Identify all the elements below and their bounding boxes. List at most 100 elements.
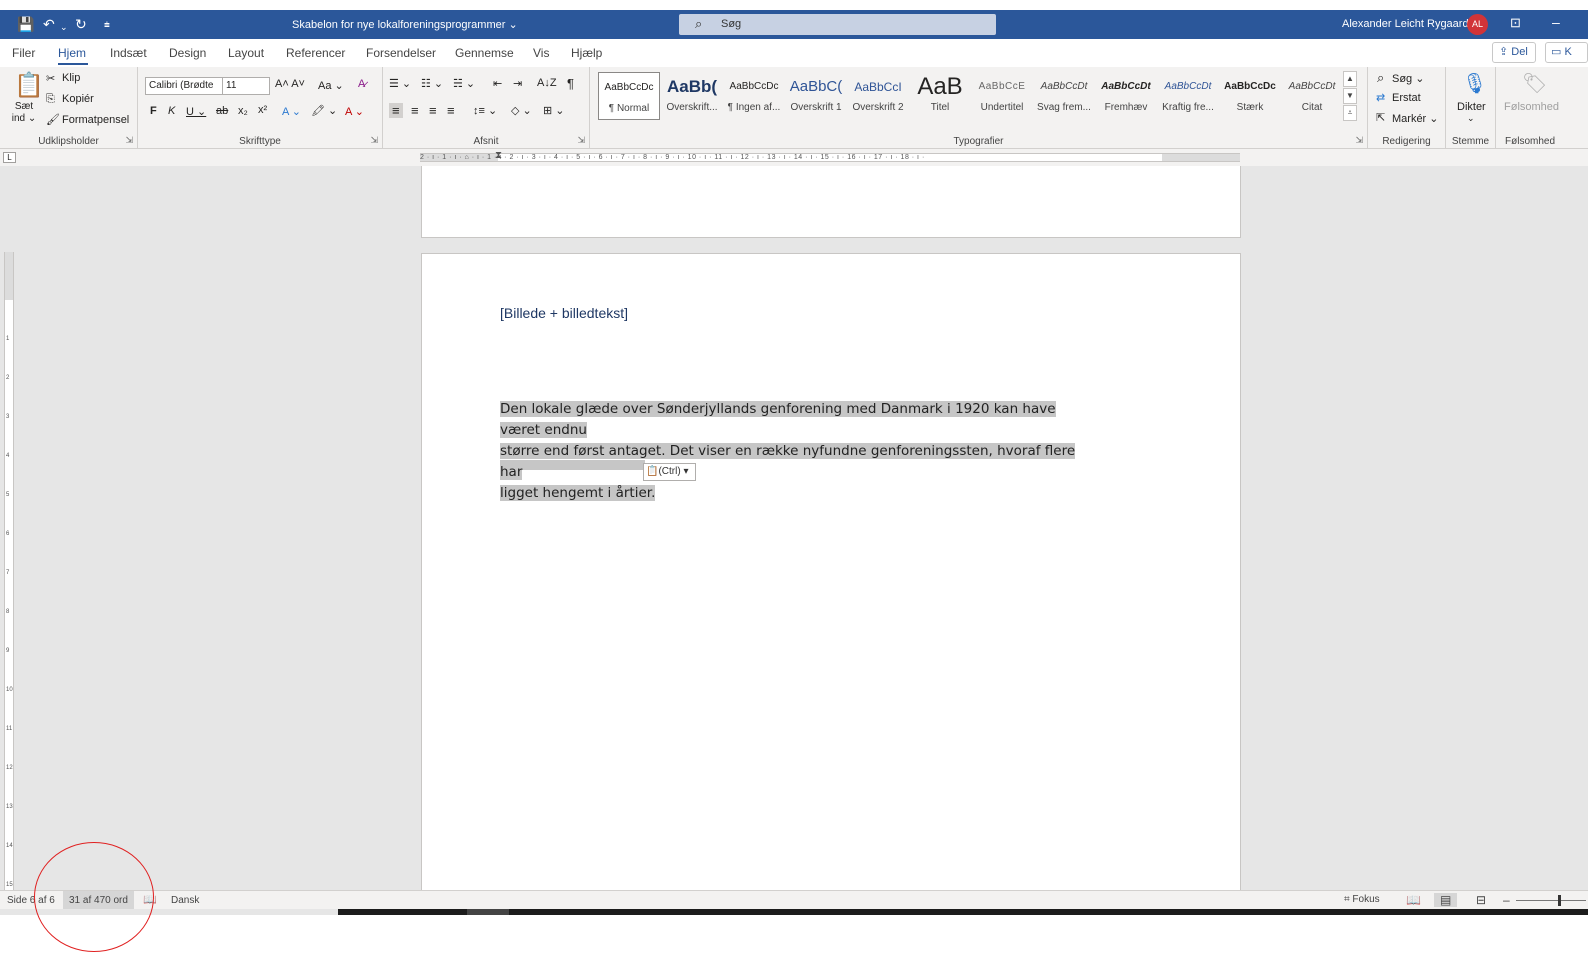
style-svag-fremhaevning[interactable]: AaBbCcDt Svag frem... [1033,72,1095,120]
current-page[interactable]: [Billede + billedtekst] Den lokale glæde… [421,253,1241,893]
undo-icon[interactable]: ↶ [43,16,55,32]
highlight-button[interactable]: 🖍 ⌄ [311,104,337,117]
zoom-slider-thumb[interactable] [1558,895,1561,906]
bullets-button[interactable]: ☰ ⌄ [389,77,411,90]
copy-button[interactable]: Kopiér [62,93,94,105]
paste-button[interactable]: Sæt ind ⌄ [11,101,37,125]
horizontal-ruler[interactable]: 2 · ı · 1 · ı · ⌂ · ı · 1 · ı · 2 · ı · … [420,153,1240,162]
numbering-button[interactable]: ☷ ⌄ [421,77,443,90]
gallery-scroll-up-icon[interactable]: ▲ [1343,71,1357,87]
zoom-slider[interactable] [1516,900,1586,901]
align-right-button[interactable]: ≡ [429,103,437,118]
change-case-button[interactable]: Aa ⌄ [318,79,344,92]
format-painter-icon[interactable]: 🖌 [46,113,60,126]
paragraph-launcher-icon[interactable]: ⇲ [577,135,585,146]
gallery-more-icon[interactable]: ⩡ [1343,105,1357,121]
replace-button[interactable]: Erstat [1392,92,1421,104]
font-launcher-icon[interactable]: ⇲ [370,135,378,146]
style-overskrift-2[interactable]: AaBbCcI Overskrift 2 [847,72,909,120]
previous-page[interactable] [421,166,1241,238]
tab-filer[interactable]: Filer [12,46,35,60]
style-titel[interactable]: AaB Titel [909,72,971,120]
italic-button[interactable]: K [168,105,175,117]
save-icon[interactable]: 💾 [17,16,34,32]
borders-button[interactable]: ⊞ ⌄ [543,104,565,117]
shading-button[interactable]: ◇ ⌄ [511,104,532,117]
tab-hjaelp[interactable]: Hjælp [571,46,602,60]
dictate-dropdown-icon[interactable]: ⌄ [1467,113,1475,124]
web-layout-icon[interactable]: ⊟ [1476,893,1486,907]
justify-button[interactable]: ≡ [447,103,455,118]
tab-referencer[interactable]: Referencer [286,46,345,60]
font-name-select[interactable]: Calibri (Brødte [145,77,223,95]
dictate-button[interactable]: Dikter [1457,101,1486,113]
redo-icon[interactable]: ↻ [75,16,87,32]
tab-selector[interactable]: L [3,152,16,163]
find-icon[interactable]: ⌕ [1377,70,1384,86]
ribbon-display-options-icon[interactable]: ⊡ [1510,15,1521,31]
font-size-select[interactable]: 11 [222,77,270,95]
styles-launcher-icon[interactable]: ⇲ [1355,135,1363,146]
read-mode-icon[interactable]: 📖 [1406,893,1421,907]
superscript-button[interactable]: x² [258,104,267,116]
cut-icon[interactable]: ✂ [46,72,55,85]
grow-shrink-font-buttons[interactable]: A˄ A˅ [275,78,305,90]
comments-button[interactable]: ▭ K [1545,42,1588,63]
indent-marker-icon[interactable]: ⧗ [495,150,502,161]
underline-button[interactable]: U ⌄ [186,105,206,118]
tab-layout[interactable]: Layout [228,46,264,60]
select-button[interactable]: Markér ⌄ [1392,112,1439,125]
vertical-ruler[interactable]: 1 2 3 4 5 6 7 8 9 10 11 12 13 14 15 [4,252,14,890]
avatar[interactable]: AL [1467,14,1488,35]
clipboard-launcher-icon[interactable]: ⇲ [125,135,133,146]
undo-dropdown-icon[interactable]: ⌄ [60,19,68,35]
style-normal[interactable]: AaBbCcDc ¶ Normal [598,72,660,120]
style-overskrift[interactable]: AaBb( Overskrift... [661,72,723,120]
style-overskrift-1[interactable]: AaBbC( Overskrift 1 [785,72,847,120]
sort-button[interactable]: A↓Z [537,77,557,89]
focus-button[interactable]: ⌗ Fokus [1344,894,1380,905]
minimize-button[interactable]: – [1552,14,1560,30]
decrease-indent-button[interactable]: ⇤ [493,77,502,90]
paste-options-button[interactable]: 📋(Ctrl) ▾ [643,463,696,481]
multilevel-list-button[interactable]: ☵ ⌄ [453,77,475,90]
taskbar-app[interactable] [467,909,509,915]
style-fremhaev[interactable]: AaBbCcDt Fremhæv [1095,72,1157,120]
document-title[interactable]: Skabelon for nye lokalforeningsprogramme… [292,18,518,31]
image-caption-placeholder[interactable]: [Billede + billedtekst] [500,305,628,321]
text-effects-button[interactable]: A ⌄ [282,105,301,118]
user-name[interactable]: Alexander Leicht Rygaard [1342,18,1469,30]
customize-toolbar-icon[interactable]: ⩧ [104,18,110,34]
align-center-button[interactable]: ≡ [411,103,419,118]
tab-hjem[interactable]: Hjem [58,46,86,60]
paste-icon[interactable]: 📋 [14,71,44,100]
clear-formatting-button[interactable]: A̷ [358,78,365,90]
tab-indsaet[interactable]: Indsæt [110,46,147,60]
find-button[interactable]: Søg ⌄ [1392,72,1424,85]
line-spacing-button[interactable]: ↕≡ ⌄ [473,104,497,117]
align-left-button[interactable]: ≡ [389,103,403,118]
replace-icon[interactable]: ⇄ [1376,91,1385,104]
style-undertitel[interactable]: AaBbCcE Undertitel [971,72,1033,120]
style-citat[interactable]: AaBbCcDt Citat [1281,72,1343,120]
subscript-button[interactable]: x₂ [238,105,248,117]
print-layout-icon[interactable]: ▤ [1434,893,1458,907]
show-formatting-button[interactable]: ¶ [567,76,574,91]
language-status[interactable]: Dansk [171,895,199,906]
search-box[interactable]: ⌕ Søg [679,14,996,35]
gallery-scroll-down-icon[interactable]: ▼ [1343,88,1357,104]
tab-design[interactable]: Design [169,46,206,60]
style-ingen-afstand[interactable]: AaBbCcDc ¶ Ingen af... [723,72,785,120]
microphone-icon[interactable]: 🎙 [1462,71,1487,96]
format-painter-button[interactable]: Formatpensel [62,114,129,126]
increase-indent-button[interactable]: ⇥ [513,77,522,90]
style-staerk[interactable]: AaBbCcDc Stærk [1219,72,1281,120]
tab-vis[interactable]: Vis [533,46,549,60]
strikethrough-button[interactable]: ab [216,105,228,117]
cut-button[interactable]: Klip [62,72,80,84]
tab-forsendelser[interactable]: Forsendelser [366,46,436,60]
bold-button[interactable]: F [150,105,157,117]
tab-gennemse[interactable]: Gennemse [455,46,514,60]
select-icon[interactable]: ⇱ [1376,111,1385,124]
style-kraftig-fremhaevning[interactable]: AaBbCcDt Kraftig fre... [1157,72,1219,120]
